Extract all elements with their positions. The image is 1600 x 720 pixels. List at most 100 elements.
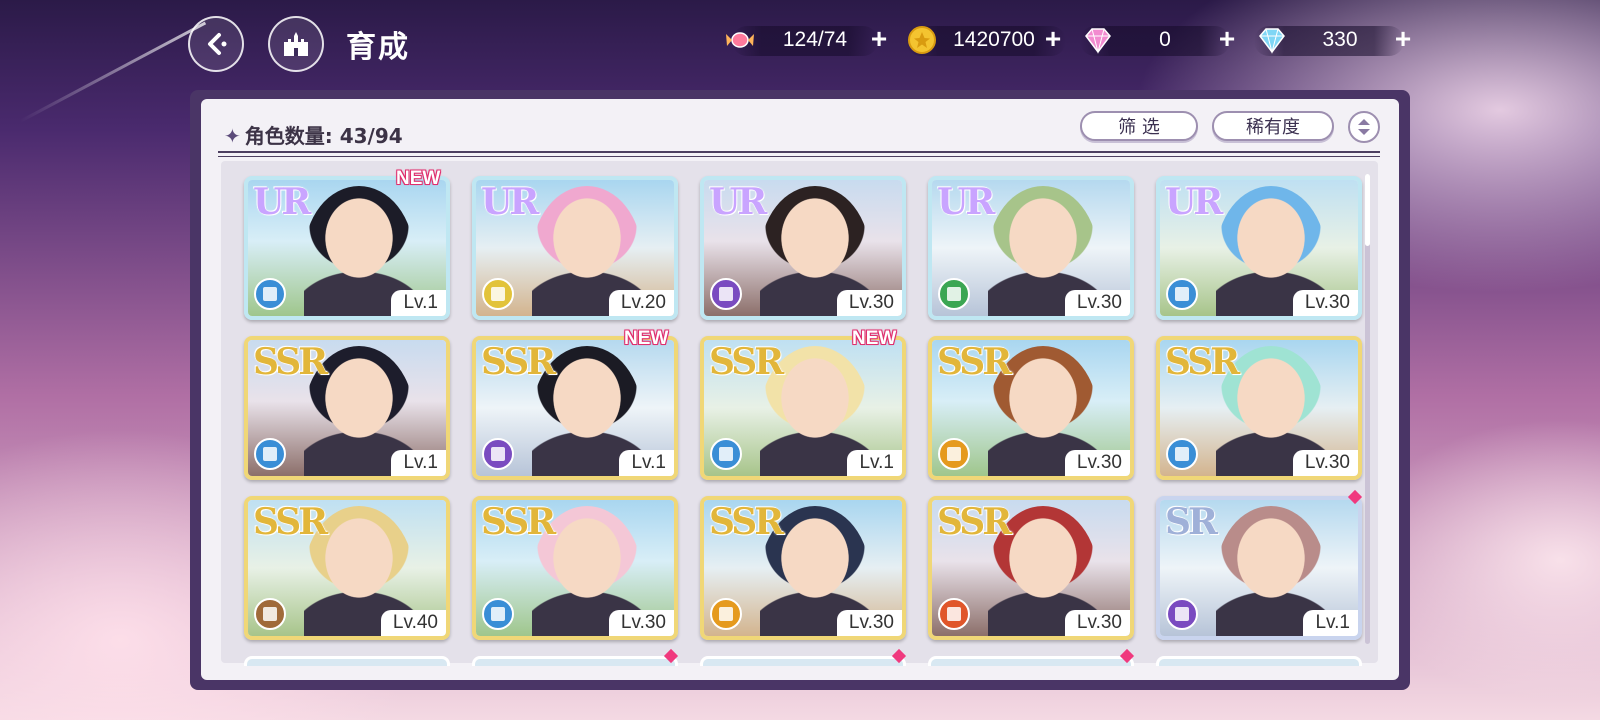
level-label: Lv.30 (1064, 450, 1130, 476)
candy-icon (726, 32, 754, 48)
character-card-partial[interactable] (244, 656, 450, 666)
character-card[interactable]: UR Lv.20 (472, 176, 678, 320)
home-button[interactable] (268, 16, 324, 72)
filter-button[interactable]: 筛 选 (1080, 111, 1198, 141)
add-candy-button[interactable]: + (866, 25, 892, 53)
rarity-label: SSR (253, 341, 328, 383)
attribute-icon (254, 598, 286, 630)
level-label: Lv.1 (619, 450, 674, 476)
character-card[interactable]: SSR Lv.40 (244, 496, 450, 640)
character-card-partial[interactable] (1156, 656, 1362, 666)
pink-gem-value: 0 (1159, 28, 1171, 51)
attribute-glyph (263, 447, 277, 461)
divider (218, 151, 1380, 153)
character-card[interactable]: SSR Lv.30 (1156, 336, 1362, 480)
add-gold-button[interactable]: + (1040, 25, 1066, 53)
character-card[interactable]: UR Lv.1 (244, 176, 450, 320)
pink-gem-icon (1085, 28, 1111, 54)
attribute-icon (938, 278, 970, 310)
character-card-partial[interactable] (928, 656, 1134, 666)
rarity-label: SSR (937, 341, 1012, 383)
attribute-icon (938, 438, 970, 470)
rarity-label: SR (1165, 501, 1218, 543)
attribute-glyph (947, 607, 961, 621)
character-count: ✦ 角色数量: 43/94 (224, 120, 403, 149)
character-card[interactable]: UR Lv.30 (928, 176, 1134, 320)
attribute-icon (1166, 598, 1198, 630)
character-card[interactable]: SSR Lv.1 (700, 336, 906, 480)
add-pink-gem-button[interactable]: + (1214, 25, 1240, 53)
rarity-label: UR (937, 181, 995, 223)
attribute-glyph (491, 287, 505, 301)
level-label: Lv.30 (1292, 450, 1358, 476)
level-label: Lv.40 (380, 610, 446, 636)
scrollbar-thumb[interactable] (1365, 174, 1370, 246)
character-card[interactable]: SSR Lv.1 (244, 336, 450, 480)
rarity-label: SSR (1165, 341, 1240, 383)
level-label: Lv.1 (391, 450, 446, 476)
attribute-icon (710, 598, 742, 630)
character-card[interactable]: SSR Lv.30 (928, 336, 1134, 480)
level-label: Lv.1 (391, 290, 446, 316)
character-card[interactable]: UR Lv.30 (1156, 176, 1362, 320)
rarity-label: SSR (709, 341, 784, 383)
attribute-glyph (263, 607, 277, 621)
rarity-label: SSR (937, 501, 1012, 543)
castle-icon (284, 32, 308, 56)
sort-order-toggle[interactable] (1348, 111, 1380, 143)
attribute-glyph (1175, 447, 1189, 461)
character-card[interactable]: SSR Lv.30 (700, 496, 906, 640)
sparkle-icon: ✦ (224, 124, 241, 148)
character-card-partial[interactable] (472, 656, 678, 666)
add-blue-gem-button[interactable]: + (1390, 25, 1416, 53)
level-label: Lv.30 (836, 290, 902, 316)
gold-value: 1420700 (953, 28, 1035, 51)
character-card[interactable]: SSR Lv.1 (472, 336, 678, 480)
character-card-partial[interactable] (700, 656, 906, 666)
attribute-icon (254, 438, 286, 470)
attribute-glyph (263, 287, 277, 301)
attribute-icon (1166, 278, 1198, 310)
attribute-icon (482, 598, 514, 630)
rarity-label: UR (481, 181, 539, 223)
attribute-glyph (947, 287, 961, 301)
back-arrow-icon (208, 33, 227, 55)
new-badge: NEW (624, 328, 669, 349)
level-label: Lv.30 (836, 610, 902, 636)
level-label: Lv.30 (608, 610, 674, 636)
level-label: Lv.1 (1303, 610, 1358, 636)
attribute-glyph (1175, 287, 1189, 301)
attribute-glyph (1175, 607, 1189, 621)
rarity-label: UR (709, 181, 767, 223)
rarity-label: UR (1165, 181, 1223, 223)
blue-gem-value: 330 (1322, 28, 1358, 51)
character-card[interactable]: SR Lv.1 (1156, 496, 1362, 640)
page-title: 育成 (346, 30, 410, 65)
level-label: Lv.30 (1064, 610, 1130, 636)
attribute-icon (254, 278, 286, 310)
back-button[interactable] (188, 16, 244, 72)
rarity-sort-button[interactable]: 稀有度 (1212, 111, 1334, 141)
attribute-glyph (947, 447, 961, 461)
attribute-icon (482, 278, 514, 310)
rarity-label: SSR (481, 501, 556, 543)
character-card[interactable]: SSR Lv.30 (472, 496, 678, 640)
level-label: Lv.30 (1064, 290, 1130, 316)
character-card[interactable]: UR Lv.30 (700, 176, 906, 320)
attribute-glyph (719, 607, 733, 621)
candy-value: 124/74 (782, 28, 848, 51)
character-count-text: 角色数量: 43/94 (244, 124, 403, 148)
rarity-label: SSR (709, 501, 784, 543)
rarity-label: SSR (253, 501, 328, 543)
new-badge: NEW (852, 328, 897, 349)
top-bar: 育成 124/74 + 1420700 + 0 + 330 + (0, 0, 1600, 84)
new-badge: NEW (396, 168, 441, 189)
attribute-glyph (719, 447, 733, 461)
character-card[interactable]: SSR Lv.30 (928, 496, 1134, 640)
sort-arrows-icon (1358, 119, 1370, 135)
rarity-label: UR (253, 181, 311, 223)
attribute-icon (710, 278, 742, 310)
attribute-glyph (719, 287, 733, 301)
attribute-glyph (491, 447, 505, 461)
attribute-icon (938, 598, 970, 630)
